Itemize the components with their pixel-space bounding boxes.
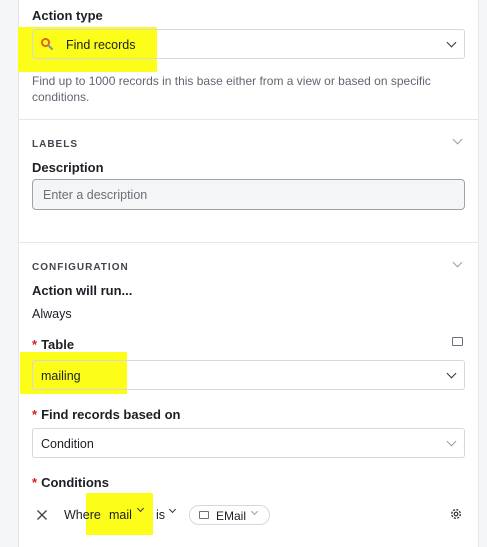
condition-value-pill[interactable]: EMail [189,505,270,525]
condition-field-value[interactable]: mail [109,508,132,522]
action-type-select[interactable]: Find records [32,29,465,59]
action-type-label: Action type [32,8,103,23]
chevron-down-icon [250,507,259,516]
required-marker: * [32,407,38,422]
expand-table-icon[interactable] [452,337,463,346]
condition-value: EMail [216,509,247,523]
email-field-icon [199,511,209,519]
configuration-heading: CONFIGURATION [32,262,129,273]
labels-heading: LABELS [32,139,78,150]
section-divider [18,242,479,243]
table-value: mailing [41,369,81,383]
action-type-description: Find up to 1000 records in this base eit… [32,74,431,104]
chevron-down-icon [446,37,457,48]
required-marker: * [32,337,38,352]
description-input[interactable]: Enter a description [32,179,465,210]
conditions-label-text: Conditions [41,475,109,490]
right-gutter [479,0,487,547]
gear-icon[interactable] [449,507,463,521]
find-based-on-label-text: Find records based on [41,407,181,422]
left-gutter [0,0,18,547]
action-type-value: Find records [66,38,136,52]
condition-operator-value[interactable]: is [156,508,165,522]
find-based-on-select[interactable]: Condition [32,428,465,458]
section-divider [18,119,479,120]
chevron-down-icon [446,368,457,379]
description-label: Description [32,160,104,175]
search-icon [40,37,54,51]
chevron-down-icon [446,436,457,447]
required-marker: * [32,475,38,490]
remove-condition-icon[interactable] [36,508,48,520]
table-label: * Table [32,337,74,352]
action-will-run-value: Always [32,307,72,321]
find-based-on-value: Condition [41,437,94,451]
table-select[interactable]: mailing [32,360,465,390]
conditions-label: * Conditions [32,475,109,490]
table-label-text: Table [41,337,75,352]
description-placeholder: Enter a description [43,188,148,202]
action-will-run-label: Action will run... [32,283,133,298]
where-label: Where [64,508,101,522]
find-based-on-label: * Find records based on [32,407,180,422]
